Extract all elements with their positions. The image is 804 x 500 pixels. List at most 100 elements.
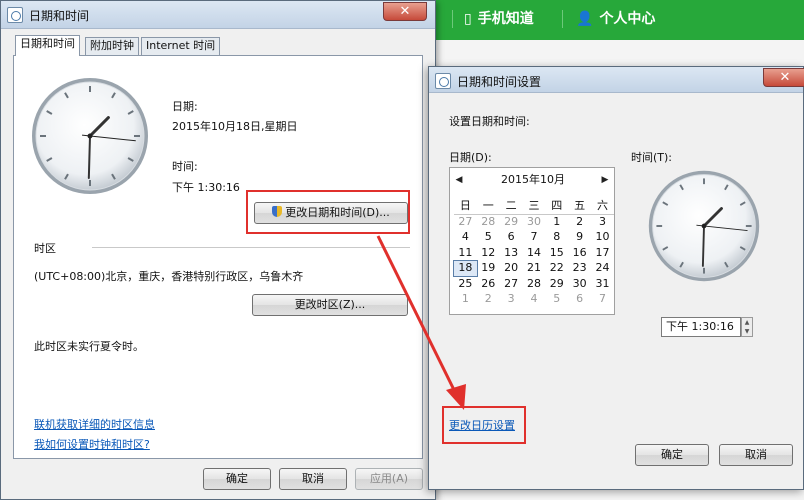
weekday-header: 五	[568, 198, 592, 215]
calendar-day[interactable]: 20	[500, 261, 523, 277]
calendar-day[interactable]: 7	[523, 230, 546, 246]
time-spinner[interactable]: ▲ ▼	[741, 317, 753, 337]
calendar-day[interactable]: 30	[568, 276, 591, 292]
calendar-header: ◀ 2015年10月 ▶	[450, 172, 614, 190]
spin-up-icon[interactable]: ▲	[742, 318, 752, 327]
calendar-day[interactable]: 27	[454, 214, 477, 230]
calendar-day[interactable]: 5	[545, 292, 568, 308]
settings-ok-button[interactable]: 确定	[635, 444, 709, 466]
calendar-day[interactable]: 6	[568, 292, 591, 308]
calendar-day[interactable]: 15	[545, 245, 568, 261]
calendar-day[interactable]: 3	[591, 214, 614, 230]
calendar-day[interactable]: 28	[523, 276, 546, 292]
analog-clock	[648, 170, 760, 282]
calendar-day[interactable]: 4	[523, 292, 546, 308]
calendar-day[interactable]: 6	[500, 230, 523, 246]
settings-instruction: 设置日期和时间:	[449, 115, 530, 128]
time-value: 下午 1:30:16	[172, 181, 240, 194]
tab-additional-clocks[interactable]: 附加时钟	[85, 37, 139, 55]
calendar-day[interactable]: 24	[591, 261, 614, 277]
calendar-day[interactable]: 29	[545, 276, 568, 292]
time-label: 时间:	[172, 160, 198, 173]
calendar-day[interactable]: 4	[454, 230, 477, 246]
minute-hand	[701, 225, 705, 267]
weekday-header: 二	[499, 198, 523, 215]
calendar-day[interactable]: 30	[523, 214, 546, 230]
close-button[interactable]: ✕	[383, 2, 427, 21]
calendar-day[interactable]: 17	[591, 245, 614, 261]
tab-internet-time[interactable]: Internet 时间	[141, 37, 221, 55]
calendar-day[interactable]: 22	[545, 261, 568, 277]
calendar-day[interactable]: 23	[568, 261, 591, 277]
date-value: 2015年10月18日,星期日	[172, 120, 298, 133]
calendar-day[interactable]: 7	[591, 292, 614, 308]
clock-app-icon	[435, 73, 451, 89]
cancel-button[interactable]: 取消	[279, 468, 347, 490]
calendar-day[interactable]: 26	[477, 276, 500, 292]
spin-down-icon[interactable]: ▼	[742, 327, 752, 336]
clock-pivot	[701, 223, 707, 229]
prev-month-icon[interactable]: ◀	[452, 172, 466, 188]
settings-close-button[interactable]: ✕	[763, 68, 804, 87]
clock-app-icon	[7, 7, 23, 23]
calendar-day[interactable]: 13	[500, 245, 523, 261]
nav-mobile-zhidao[interactable]: ▯ 手机知道	[464, 8, 534, 28]
dialog-title: 日期和时间	[29, 9, 90, 23]
time-field-label: 时间(T):	[631, 151, 673, 164]
calendar-day[interactable]: 3	[500, 292, 523, 308]
annotation-highlight-box	[442, 406, 526, 444]
weekday-header: 六	[591, 198, 614, 215]
settings-title: 日期和时间设置	[457, 75, 542, 89]
datetime-dialog: 日期和时间 ✕ 日期和时间 附加时钟 Internet 时间 日期: 2015年…	[0, 0, 436, 500]
apply-button[interactable]: 应用(A)	[355, 468, 423, 490]
calendar-day[interactable]: 29	[500, 214, 523, 230]
tab-date-time[interactable]: 日期和时间	[15, 35, 80, 56]
calendar-day[interactable]: 21	[523, 261, 546, 277]
clock-pivot	[87, 133, 93, 139]
calendar-day[interactable]: 1	[454, 292, 477, 308]
calendar-day[interactable]: 16	[568, 245, 591, 261]
weekday-header: 四	[545, 198, 569, 215]
calendar-day[interactable]: 10	[591, 230, 614, 246]
weekday-header: 日	[454, 198, 477, 215]
minute-hand	[87, 135, 91, 179]
change-timezone-button[interactable]: 更改时区(Z)...	[252, 294, 408, 316]
calendar-day[interactable]: 12	[477, 245, 500, 261]
calendar-day[interactable]: 25	[454, 276, 477, 292]
section-divider	[92, 247, 410, 248]
calendar-day[interactable]: 19	[477, 261, 500, 277]
next-month-icon[interactable]: ▶	[598, 172, 612, 188]
calendar-day[interactable]: 5	[477, 230, 500, 246]
time-input[interactable]: 下午 1:30:16	[661, 317, 741, 337]
how-to-link[interactable]: 我如何设置时钟和时区?	[34, 436, 150, 452]
dialog-titlebar[interactable]: 日期和时间 ✕	[1, 1, 435, 29]
timezone-value: (UTC+08:00)北京，重庆，香港特别行政区，乌鲁木齐	[34, 270, 304, 283]
calendar-day[interactable]: 31	[591, 276, 614, 292]
calendar-day[interactable]: 9	[568, 230, 591, 246]
date-label: 日期:	[172, 100, 198, 113]
timezone-info-link[interactable]: 联机获取详细的时区信息	[34, 416, 155, 432]
nav-personal-center[interactable]: 👤 个人中心	[576, 8, 655, 28]
calendar-day[interactable]: 28	[477, 214, 500, 230]
calendar-day[interactable]: 11	[454, 245, 477, 261]
nav-divider	[452, 10, 453, 28]
calendar-day[interactable]: 27	[500, 276, 523, 292]
calendar-grid: 日一二三四五六 27 28 29 30 1 2 3 4 5 6 7 8 9 10 11 12 13 14 15 16 1…	[453, 198, 614, 308]
calendar-day[interactable]: 2	[477, 292, 500, 308]
calendar-day[interactable]: 2	[568, 214, 591, 230]
calendar-month-title[interactable]: 2015年10月	[480, 172, 586, 188]
calendar-day[interactable]: 1	[545, 214, 568, 230]
weekday-header: 三	[522, 198, 546, 215]
weekday-header: 一	[476, 198, 500, 215]
calendar-picker[interactable]: ◀ 2015年10月 ▶ 日一二三四五六 27 28 29 30 1 2 3 4 5 6 7 8 9 10…	[449, 167, 615, 315]
timezone-heading: 时区	[34, 242, 56, 255]
calendar-day[interactable]: 18	[453, 259, 478, 277]
nav-divider	[562, 10, 563, 28]
settings-titlebar[interactable]: 日期和时间设置 ✕	[429, 67, 804, 93]
ok-button[interactable]: 确定	[203, 468, 271, 490]
calendar-day[interactable]: 14	[523, 245, 546, 261]
settings-cancel-button[interactable]: 取消	[719, 444, 793, 466]
annotation-highlight-box	[246, 190, 410, 234]
calendar-day[interactable]: 8	[545, 230, 568, 246]
analog-clock	[32, 78, 148, 194]
